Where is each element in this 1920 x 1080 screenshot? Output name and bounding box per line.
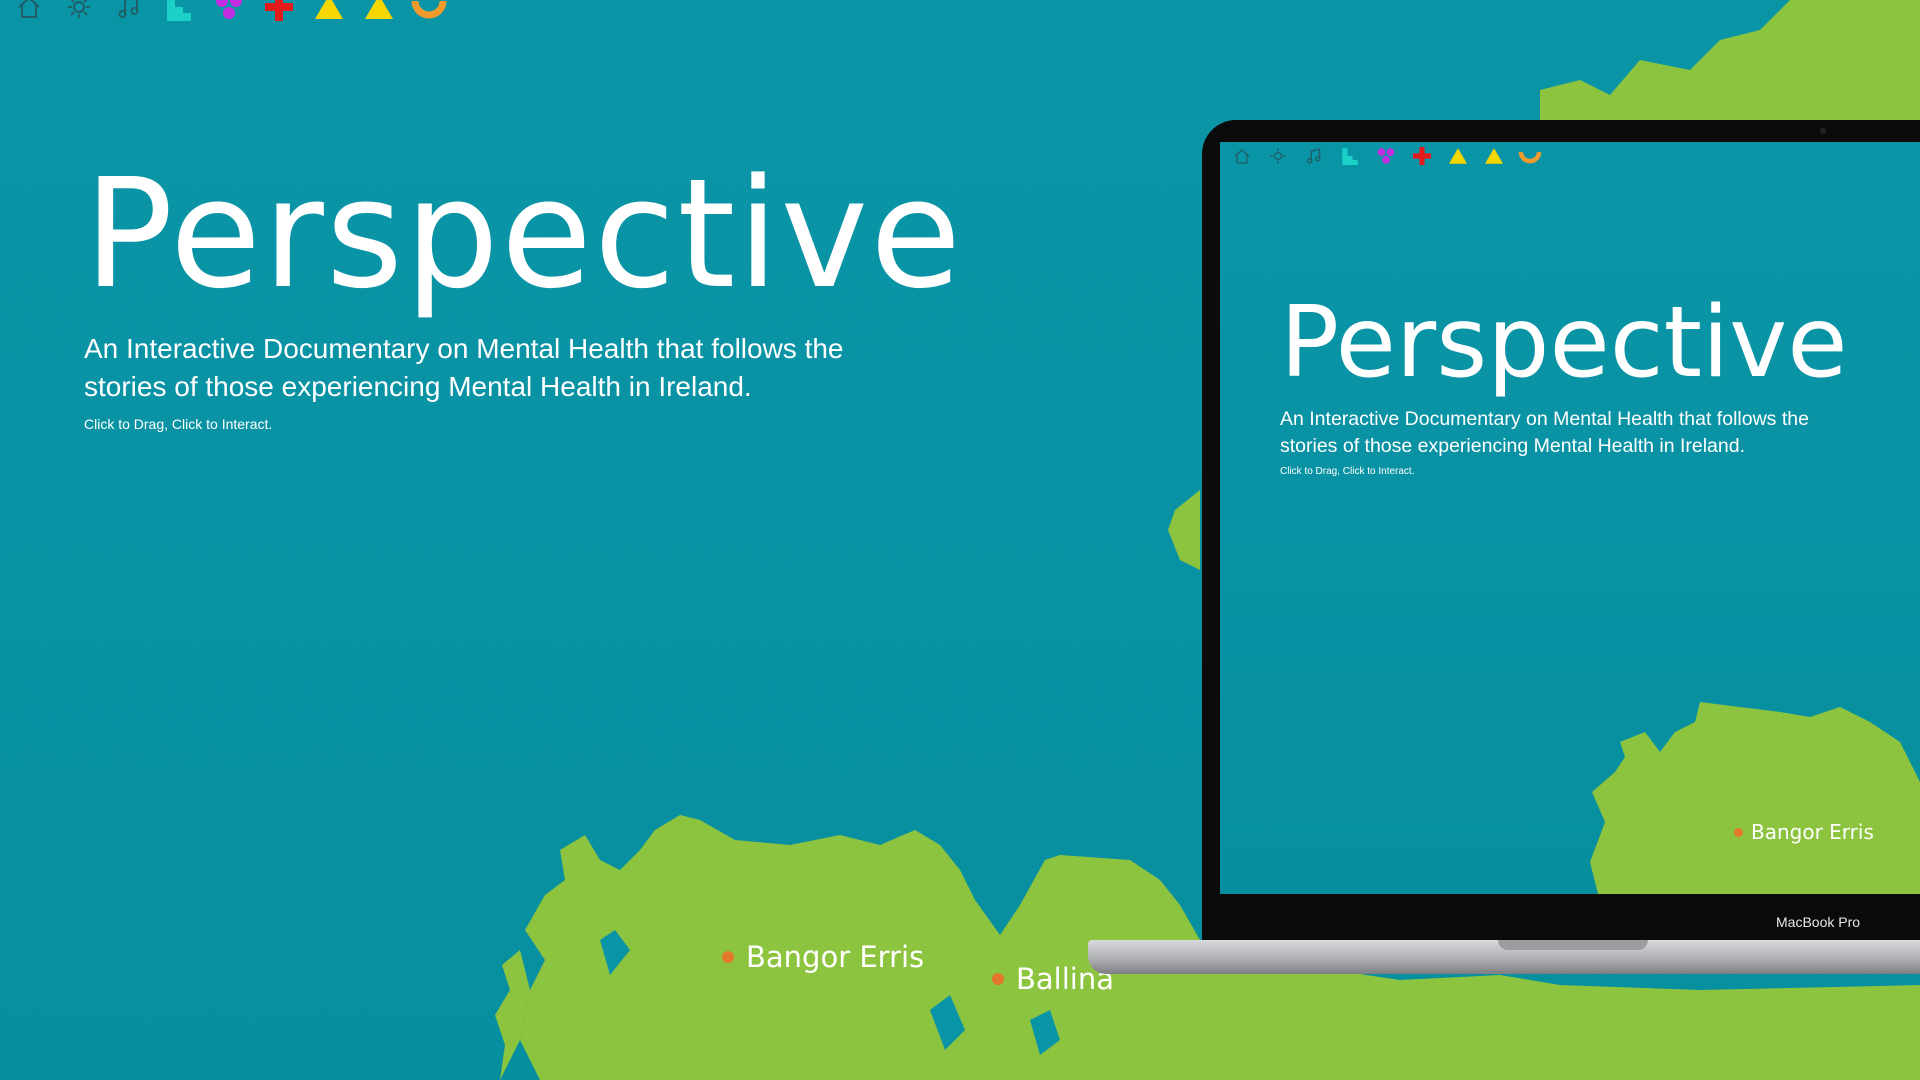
teal-steps-icon[interactable]: [154, 0, 204, 24]
yellow-triangle-icon[interactable]: [354, 0, 404, 24]
music-note-icon[interactable]: [104, 0, 154, 24]
mini-toolbar: [1224, 142, 1548, 170]
sun-icon[interactable]: [54, 0, 104, 24]
place-label: Bangor Erris: [746, 940, 925, 974]
top-toolbar: [4, 0, 454, 24]
laptop-mockup: Perspective An Interactive Documentary o…: [1088, 120, 1920, 980]
mini-subtitle: An Interactive Documentary on Mental Hea…: [1280, 408, 1809, 457]
yellow-triangle-icon: [1476, 142, 1512, 170]
purple-cluster-icon: [1368, 142, 1404, 170]
camera-dot: [1820, 128, 1826, 134]
teal-steps-icon: [1332, 142, 1368, 170]
laptop-notch: [1498, 940, 1648, 950]
laptop-screen: Perspective An Interactive Documentary o…: [1220, 142, 1920, 894]
yellow-triangle-icon[interactable]: [304, 0, 354, 24]
page-title: Perspective: [84, 146, 964, 322]
mini-place-label: Bangor Erris: [1751, 820, 1874, 844]
land-left-edge-bump: [1168, 490, 1200, 570]
mini-place-marker: Bangor Erris: [1734, 820, 1874, 844]
place-dot: [1734, 827, 1743, 837]
land-top-right: [1540, 0, 1920, 125]
place-dot: [722, 951, 734, 963]
hero-section: Perspective An Interactive Documentary o…: [84, 146, 964, 432]
home-icon: [1224, 142, 1260, 170]
purple-cluster-icon[interactable]: [204, 0, 254, 24]
red-cross-icon: [1404, 142, 1440, 170]
laptop-base: [1088, 940, 1920, 974]
red-cross-icon[interactable]: [254, 0, 304, 24]
mini-hint: Click to Drag, Click to Interact.: [1280, 466, 1415, 477]
yellow-triangle-icon: [1440, 142, 1476, 170]
home-icon[interactable]: [4, 0, 54, 24]
place-dot: [992, 973, 1004, 985]
interaction-hint: Click to Drag, Click to Interact.: [84, 416, 273, 432]
orange-arc-icon: [1512, 142, 1548, 170]
place-marker-bangor-erris[interactable]: Bangor Erris: [722, 940, 924, 974]
laptop-lid: Perspective An Interactive Documentary o…: [1202, 120, 1920, 940]
mini-title: Perspective: [1280, 286, 1848, 400]
mini-map: [1590, 702, 1920, 894]
orange-arc-icon[interactable]: [404, 0, 454, 24]
laptop-brand-label: MacBook Pro: [1776, 914, 1861, 930]
mini-hero: Perspective An Interactive Documentary o…: [1280, 294, 1848, 477]
sun-icon: [1260, 142, 1296, 170]
land-west-island: [495, 950, 530, 1080]
music-note-icon: [1296, 142, 1332, 170]
hero-subtitle: An Interactive Documentary on Mental Hea…: [84, 333, 844, 402]
